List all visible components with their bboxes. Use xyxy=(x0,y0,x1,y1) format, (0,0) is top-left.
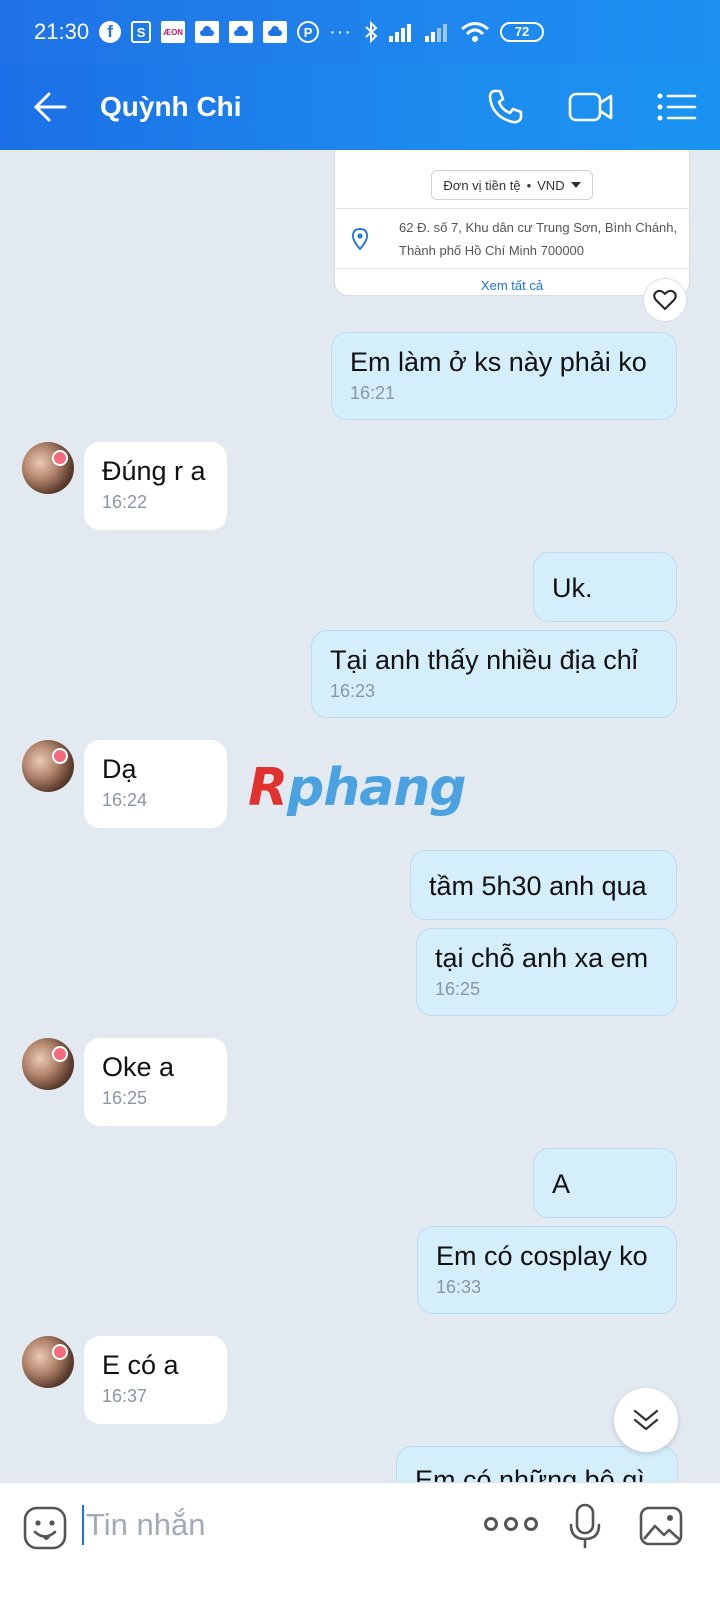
avatar[interactable] xyxy=(22,1336,74,1388)
location-card[interactable]: Đơn vị tiền tệ • VND 62 Đ. số 7, Khu dân… xyxy=(334,150,690,296)
send-image-button[interactable] xyxy=(638,1503,684,1554)
message-list[interactable]: Đơn vị tiền tệ • VND 62 Đ. số 7, Khu dân… xyxy=(0,150,720,1510)
more-notifications-icon: ··· xyxy=(329,20,353,43)
chat-header: Quỳnh Chi xyxy=(0,64,720,150)
message-bubble-incoming[interactable]: Đúng r a 16:22 xyxy=(84,442,227,530)
signal-icon xyxy=(389,24,412,42)
message-text: E có a xyxy=(102,1350,179,1380)
dropdown-caret-icon xyxy=(570,182,581,188)
message-bubble-outgoing[interactable]: Em có cosplay ko 16:33 xyxy=(417,1226,677,1314)
location-pin-icon xyxy=(351,228,369,250)
message-text: Đúng r a xyxy=(102,456,206,486)
react-button[interactable] xyxy=(643,278,687,322)
message-time: 16:25 xyxy=(102,1088,148,1108)
message-time: 16:24 xyxy=(102,790,148,810)
aeon-icon: ÆON xyxy=(161,21,186,43)
double-chevron-down-icon xyxy=(633,1409,659,1431)
message-text: tại chỗ anh xa em xyxy=(435,943,649,973)
microphone-icon xyxy=(569,1503,601,1549)
more-icon xyxy=(504,1517,518,1531)
currency-value: VND xyxy=(537,177,565,193)
message-time: 16:21 xyxy=(350,383,396,403)
message-text: Dạ xyxy=(102,754,137,784)
cloud-upload-icon xyxy=(263,21,288,43)
message-input[interactable]: Tin nhắn xyxy=(82,1503,462,1547)
text-caret xyxy=(82,1505,84,1545)
divider xyxy=(335,208,689,209)
address-line: 62 Đ. số 7, Khu dân cư Trung Sơn, Bình C… xyxy=(399,220,678,235)
chat-title[interactable]: Quỳnh Chi xyxy=(100,91,462,123)
back-button[interactable] xyxy=(0,64,100,150)
shopee-icon: S xyxy=(131,21,152,43)
message-bubble-incoming[interactable]: Dạ 16:24 xyxy=(84,740,227,828)
address-line: Thành phố Hồ Chí Minh 700000 xyxy=(399,243,585,258)
message-text: Tại anh thấy nhiều địa chỉ xyxy=(330,645,638,675)
more-icon xyxy=(484,1517,498,1531)
cloud-upload-icon xyxy=(229,21,254,43)
bluetooth-icon xyxy=(365,21,378,43)
avatar[interactable] xyxy=(22,740,74,792)
facebook-icon: f xyxy=(99,21,122,43)
wifi-icon xyxy=(461,22,490,42)
message-text: Uk. xyxy=(552,573,593,603)
more-options-button[interactable] xyxy=(484,1517,538,1531)
menu-list-icon xyxy=(657,93,697,121)
message-bubble-incoming[interactable]: Oke a 16:25 xyxy=(84,1038,227,1126)
more-icon xyxy=(524,1517,538,1531)
message-time: 16:23 xyxy=(330,681,376,701)
chat-options-button[interactable] xyxy=(634,64,720,150)
message-input-placeholder: Tin nhắn xyxy=(86,1507,206,1542)
scroll-to-bottom-button[interactable] xyxy=(614,1388,678,1452)
pinterest-icon: P xyxy=(297,21,320,43)
watermark-logo: Rphang xyxy=(248,758,467,818)
message-bubble-outgoing[interactable]: Em làm ở ks này phải ko 16:21 xyxy=(331,332,677,420)
message-bubble-outgoing[interactable]: A xyxy=(533,1148,677,1218)
video-call-button[interactable] xyxy=(548,64,634,150)
status-time: 21:30 xyxy=(34,19,90,44)
watermark-text: phang xyxy=(287,758,467,818)
message-text: tầm 5h30 anh qua xyxy=(429,871,647,901)
signal-icon xyxy=(425,24,448,42)
message-text: Em làm ở ks này phải ko xyxy=(350,347,647,377)
watermark-letter: R xyxy=(248,758,288,818)
battery-indicator: 72 xyxy=(500,22,545,42)
video-call-icon xyxy=(568,92,613,122)
currency-separator: • xyxy=(526,177,532,193)
back-arrow-icon xyxy=(33,92,67,122)
message-time: 16:25 xyxy=(435,979,481,999)
avatar[interactable] xyxy=(22,442,74,494)
message-time: 16:22 xyxy=(102,492,148,512)
message-text: Oke a xyxy=(102,1052,175,1082)
image-icon xyxy=(639,1506,683,1546)
message-bubble-incoming[interactable]: E có a 16:37 xyxy=(84,1336,227,1424)
card-address[interactable]: 62 Đ. số 7, Khu dân cư Trung Sơn, Bình C… xyxy=(399,216,679,262)
voice-call-button[interactable] xyxy=(462,64,548,150)
message-composer: Tin nhắn xyxy=(0,1482,720,1600)
message-text: A xyxy=(552,1169,571,1199)
heart-icon xyxy=(653,289,677,310)
cloud-upload-icon xyxy=(195,21,220,43)
message-bubble-outgoing[interactable]: tầm 5h30 anh qua xyxy=(410,850,677,920)
emoji-icon xyxy=(23,1506,67,1550)
message-bubble-outgoing[interactable]: Tại anh thấy nhiều địa chỉ 16:23 xyxy=(311,630,677,718)
emoji-button[interactable] xyxy=(22,1505,68,1556)
message-time: 16:37 xyxy=(102,1386,148,1406)
message-bubble-outgoing[interactable]: Uk. xyxy=(533,552,677,622)
avatar[interactable] xyxy=(22,1038,74,1090)
phone-icon xyxy=(488,89,523,124)
message-text: Em có cosplay ko xyxy=(436,1241,648,1271)
message-time: 16:33 xyxy=(436,1277,482,1297)
see-all-link[interactable]: Xem tất cả xyxy=(335,278,689,296)
message-bubble-outgoing[interactable]: tại chỗ anh xa em 16:25 xyxy=(416,928,677,1016)
currency-selector[interactable]: Đơn vị tiền tệ • VND xyxy=(431,170,593,200)
voice-message-button[interactable] xyxy=(568,1503,602,1554)
currency-label: Đơn vị tiền tệ xyxy=(443,177,521,193)
divider xyxy=(335,268,689,269)
status-bar: 21:30 f S ÆON P ··· 72 xyxy=(0,0,720,64)
